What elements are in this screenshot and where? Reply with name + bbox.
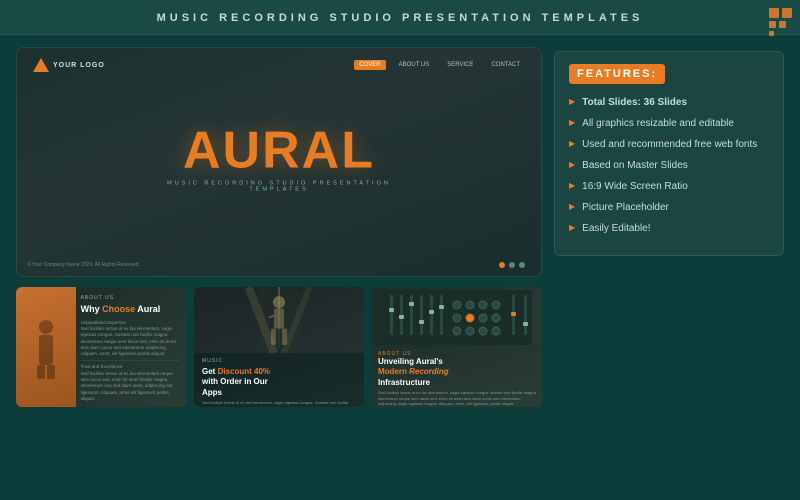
feature-text-2: All graphics resizable and editable: [582, 117, 734, 130]
preview-inner: YOUR LOGO COVER ABOUT US SERVICE CONTACT…: [17, 48, 541, 276]
slide-1-content: ABOUT US Why Choose Aural Unparalleled E…: [81, 295, 180, 402]
feature-text-3: Used and recommended free web fonts: [582, 138, 757, 151]
feature-text-7: Easily Editable!: [582, 222, 650, 235]
feature-arrow-icon-2: ▶: [569, 118, 575, 127]
slide-3-image-area: [372, 287, 542, 347]
menu-item-cover[interactable]: COVER: [354, 60, 385, 70]
right-section: FEATURES: ▶ Total Slides: 36 Slides ▶ Al…: [554, 47, 784, 487]
slide-2-tag: MUSIC: [202, 358, 356, 364]
deco-square: [782, 8, 792, 18]
feature-text-4: Based on Master Slides: [582, 159, 688, 172]
feature-arrow-icon-3: ▶: [569, 139, 575, 148]
concert-silhouette-icon: [194, 287, 364, 353]
aural-title-section: AURAL MUSIC RECORDING STUDIO PRESENTATIO…: [148, 125, 410, 193]
concert-background: [194, 287, 364, 353]
logo-triangle-icon: [33, 58, 49, 72]
left-section: YOUR LOGO COVER ABOUT US SERVICE CONTACT…: [16, 47, 542, 487]
slide-1-body-text2: Sed facilisis lectus ut ex dui elementum…: [81, 371, 180, 402]
slide-1-title-highlight: Choose: [102, 304, 135, 314]
banner-title: MUSIC RECORDING STUDIO PRESENTATION TEMP…: [157, 12, 644, 24]
decorative-squares: [769, 8, 792, 36]
feature-arrow-icon-7: ▶: [569, 223, 575, 232]
mixing-board-icon: [376, 290, 538, 345]
slide-1-divider: [81, 360, 180, 361]
feature-item-2: ▶ All graphics resizable and editable: [569, 117, 769, 130]
feature-arrow-icon-6: ▶: [569, 202, 575, 211]
features-header: FEATURES:: [569, 64, 665, 84]
preview-menu: COVER ABOUT US SERVICE CONTACT: [354, 60, 525, 70]
feature-text-6: Picture Placeholder: [582, 201, 669, 214]
main-preview-card[interactable]: YOUR LOGO COVER ABOUT US SERVICE CONTACT…: [16, 47, 542, 277]
deco-square: [769, 31, 774, 36]
feature-item-4: ▶ Based on Master Slides: [569, 159, 769, 172]
slide-card-1[interactable]: ABOUT US Why Choose Aural Unparalleled E…: [16, 287, 186, 407]
slide-card-2[interactable]: MUSIC Get Discount 40% with Order in Our…: [194, 287, 364, 407]
deco-square: [769, 21, 776, 28]
slide-2-image-area: [194, 287, 364, 353]
preview-logo: YOUR LOGO: [33, 58, 105, 72]
bottom-slides-row: ABOUT US Why Choose Aural Unparalleled E…: [16, 287, 542, 407]
feature-item-3: ▶ Used and recommended free web fonts: [569, 138, 769, 151]
menu-item-service[interactable]: SERVICE: [442, 60, 478, 70]
feature-item-7: ▶ Easily Editable!: [569, 222, 769, 235]
slide-1-title: Why Choose Aural: [81, 304, 180, 316]
feature-item-1: ▶ Total Slides: 36 Slides: [569, 96, 769, 109]
slide-3-body-text: Sed facilisis lectus ut ex dui elementum…: [378, 390, 536, 407]
preview-navbar: YOUR LOGO COVER ABOUT US SERVICE CONTACT: [17, 58, 541, 72]
slide-3-title: Unveiling Aural's Modern Recording Infra…: [378, 357, 536, 388]
slide-2-title: Get Discount 40% with Order in OurApps: [202, 367, 356, 398]
feature-item-5: ▶ 16:9 Wide Screen Ratio: [569, 180, 769, 193]
slide-3-content: ABOUT US Unveiling Aural's Modern Record…: [372, 347, 542, 407]
slide-card-3[interactable]: ABOUT US Unveiling Aural's Modern Record…: [372, 287, 542, 407]
feature-arrow-icon-4: ▶: [569, 160, 575, 169]
feature-item-6: ▶ Picture Placeholder: [569, 201, 769, 214]
dot-1[interactable]: [499, 262, 505, 268]
deco-square: [769, 8, 779, 18]
menu-item-about[interactable]: ABOUT US: [394, 60, 435, 70]
aural-main-title: AURAL: [148, 125, 410, 177]
feature-arrow-icon-1: ▶: [569, 97, 575, 106]
slide-1-body-text: Sed facilisis lectus ut ex dui elementum…: [81, 326, 180, 357]
slide-3-title-highlight: Modern Recording: [378, 367, 449, 376]
menu-item-contact[interactable]: CONTACT: [486, 60, 525, 70]
feature-text-1: Total Slides: 36 Slides: [582, 96, 687, 109]
top-banner: MUSIC RECORDING STUDIO PRESENTATION TEMP…: [0, 0, 800, 35]
dot-3[interactable]: [519, 262, 525, 268]
preview-copyright: © Your Company Name 2023. All Rights Res…: [27, 262, 140, 268]
logo-text: YOUR LOGO: [53, 62, 105, 69]
slide-1-image-area: [16, 287, 76, 407]
feature-arrow-icon-5: ▶: [569, 181, 575, 190]
dot-2[interactable]: [509, 262, 515, 268]
features-box: FEATURES: ▶ Total Slides: 36 Slides ▶ Al…: [554, 51, 784, 256]
slide-2-title-highlight: Discount 40%: [218, 367, 270, 376]
mixer-visual: [372, 287, 542, 347]
aural-subtitle: MUSIC RECORDING STUDIO PRESENTATION TEMP…: [148, 181, 410, 193]
slide-2-body-text: Sed facilisis lectus ut ex dui elementum…: [202, 400, 356, 407]
slide-2-content: MUSIC Get Discount 40% with Order in Our…: [194, 353, 364, 407]
person-silhouette-icon: [32, 315, 60, 380]
slide-1-person-image: [16, 287, 76, 407]
main-content: YOUR LOGO COVER ABOUT US SERVICE CONTACT…: [0, 35, 800, 499]
preview-navigation-dots: [499, 262, 525, 268]
deco-square: [779, 21, 786, 28]
feature-text-5: 16:9 Wide Screen Ratio: [582, 180, 688, 193]
slide-1-tag: ABOUT US: [81, 295, 180, 301]
